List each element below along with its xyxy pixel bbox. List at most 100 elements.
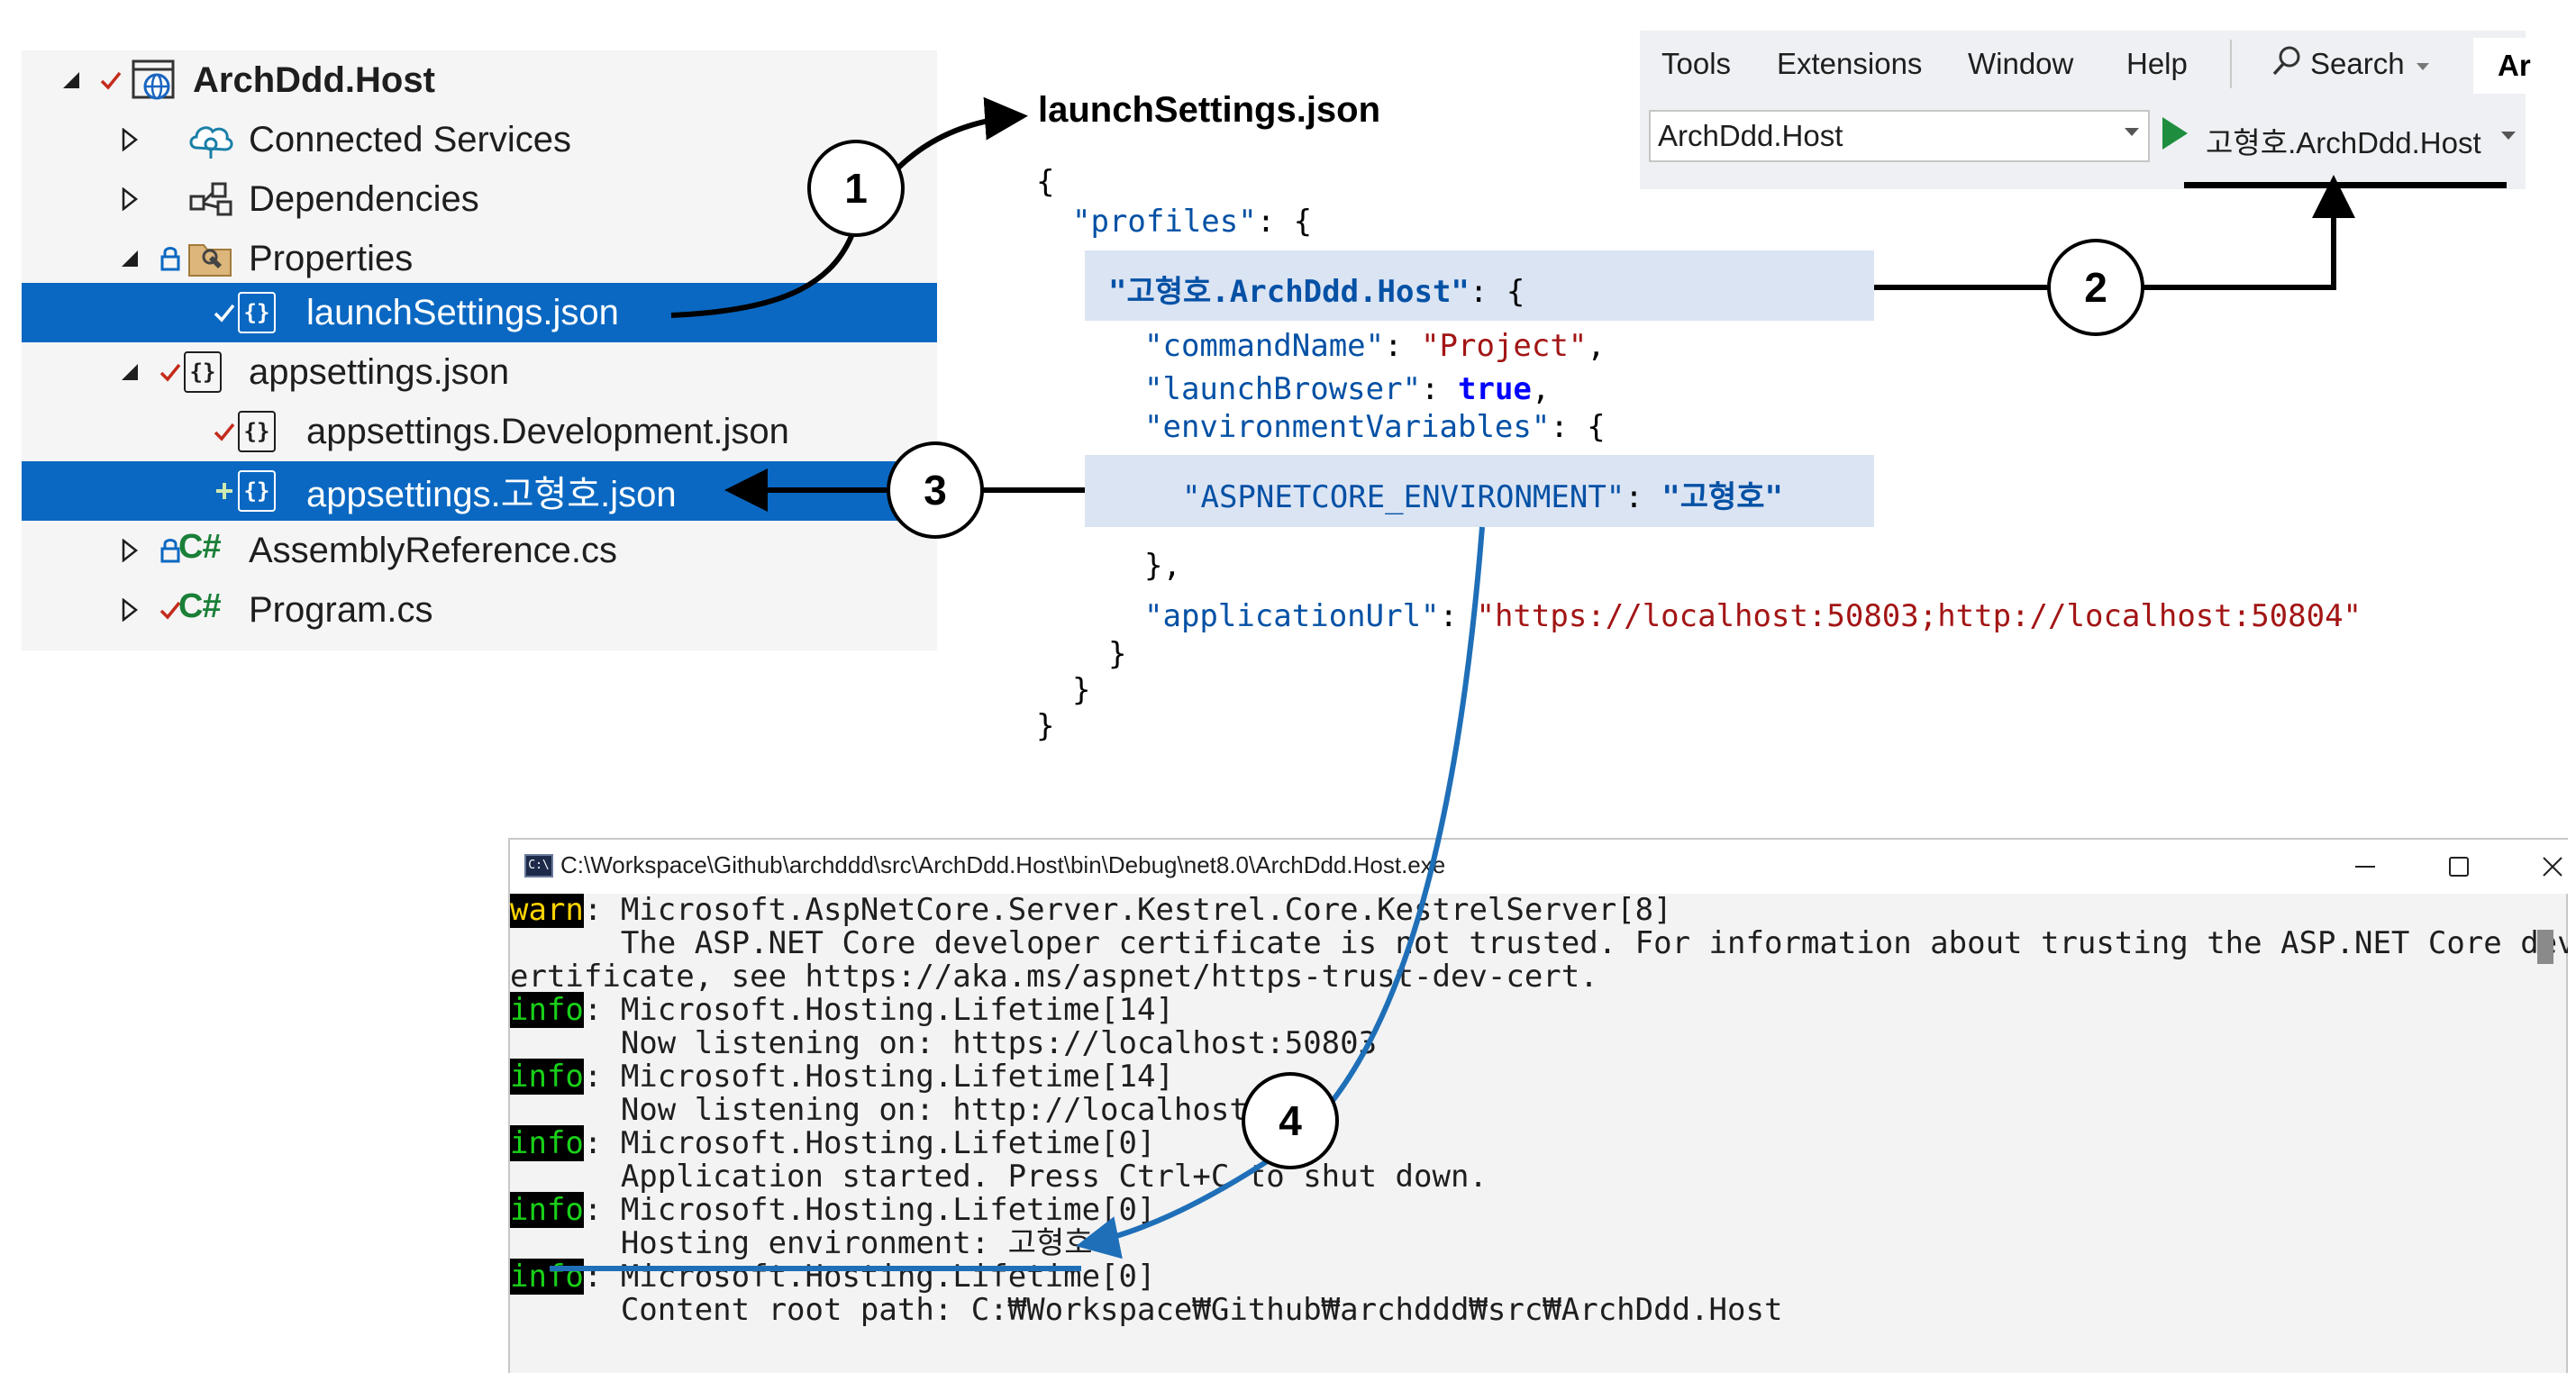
expanded-triangle-icon[interactable] xyxy=(116,241,143,277)
console-line-text: : Microsoft.Hosting.Lifetime[0] xyxy=(583,1125,1156,1161)
console-line: Now listening on: https://localhost:5080… xyxy=(510,1027,1377,1060)
minimize-button[interactable] xyxy=(2344,847,2386,887)
search-icon[interactable] xyxy=(2271,43,2303,79)
menu-separator xyxy=(2230,40,2232,88)
tree-item-label: appsettings.Development.json xyxy=(306,411,789,451)
code-line-open: { xyxy=(1036,164,1055,200)
code-line-command-name: "commandName": "Project", xyxy=(1144,328,1606,364)
code-line-aspnet-env: "ASPNETCORE_ENVIRONMENT": "고형호" xyxy=(1182,479,1784,515)
close-button[interactable] xyxy=(2532,847,2573,887)
console-line: warn: Microsoft.AspNetCore.Server.Kestre… xyxy=(510,894,1672,928)
tree-item-2[interactable]: Dependencies xyxy=(22,169,937,229)
console-line-text: Now listening on: http://localhost:508 xyxy=(510,1092,1322,1128)
json-file-icon: {} xyxy=(238,470,276,512)
tree-item-label: appsettings.고형호.json xyxy=(306,475,677,514)
console-line-text: : Microsoft.Hosting.Lifetime[0] xyxy=(583,1192,1156,1228)
console-line: info: Microsoft.Hosting.Lifetime[0] xyxy=(510,1192,1156,1228)
maximize-icon xyxy=(2449,857,2469,877)
console-scrollbar-thumb[interactable] xyxy=(2537,930,2553,964)
log-level-badge: info xyxy=(510,1192,584,1228)
console-line: Now listening on: http://localhost:508 xyxy=(510,1094,1322,1127)
tree-item-7[interactable]: {} appsettings.고형호.json xyxy=(22,461,937,521)
log-level-badge: info xyxy=(510,1059,584,1095)
console-line: Application started. Press Ctrl+C to shu… xyxy=(510,1160,1488,1194)
tree-item-label: Connected Services xyxy=(249,119,571,159)
vs-toolbar: Tools Extensions Window Help Search Ar A… xyxy=(1640,31,2531,189)
tree-item-label: appsettings.json xyxy=(249,351,510,392)
tree-item-1[interactable]: Connected Services xyxy=(22,110,937,169)
tree-item-8[interactable]: C# AssemblyReference.cs xyxy=(22,521,937,580)
run-profile-chevron-down-icon[interactable] xyxy=(2501,132,2516,140)
code-line-env-vars: "environmentVariables": { xyxy=(1144,409,1606,445)
code-line-profile-name: "고형호.ArchDdd.Host": { xyxy=(1108,274,1525,310)
callout-4: 4 xyxy=(1242,1072,1339,1169)
code-line-root-close: } xyxy=(1036,708,1055,744)
console-line-text: Now listening on: https://localhost:5080… xyxy=(510,1025,1378,1061)
console-app-icon: C:\ xyxy=(524,854,553,877)
menu-tools[interactable]: Tools xyxy=(1661,47,1731,81)
code-title: launchSettings.json xyxy=(1038,90,1381,130)
console-line: Content root path: C:₩Workspace₩Github₩a… xyxy=(510,1292,1783,1328)
console-window: C:\ C:\Workspace\Github\archddd\src\Arch… xyxy=(508,838,2568,1373)
collapsed-triangle-icon[interactable] xyxy=(116,592,143,628)
tree-item-9[interactable]: C# Program.cs xyxy=(22,580,937,640)
console-output: warn: Microsoft.AspNetCore.Server.Kestre… xyxy=(510,894,2568,1373)
callout-2: 2 xyxy=(2047,239,2144,336)
connected-services-icon xyxy=(184,117,238,162)
collapsed-triangle-icon[interactable] xyxy=(116,122,143,158)
console-line: info: Microsoft.Hosting.Lifetime[14] xyxy=(510,1059,1174,1095)
tree-item-label: Properties xyxy=(249,238,414,278)
startup-project-combo[interactable]: ArchDdd.Host xyxy=(1649,110,2150,162)
tree-item-0[interactable]: ArchDdd.Host xyxy=(22,50,937,110)
console-line-text: Hosting environment: 고형호 xyxy=(510,1225,1093,1261)
toolbar-edge-text: Ar xyxy=(2498,49,2531,82)
console-line: ertificate, see https://aka.ms/aspnet/ht… xyxy=(510,960,1598,994)
console-line-text: ertificate, see https://aka.ms/aspnet/ht… xyxy=(510,959,1598,995)
console-line: info: Microsoft.Hosting.Lifetime[14] xyxy=(510,992,1174,1028)
code-line-launch-browser: "launchBrowser": true, xyxy=(1144,371,1551,407)
console-line-text: : Microsoft.Hosting.Lifetime[14] xyxy=(583,992,1174,1028)
search-chevron-icon[interactable] xyxy=(2417,63,2429,70)
solution-explorer: ArchDdd.Host Connected Services Dependenci… xyxy=(22,50,937,650)
tree-item-4[interactable]: {} launchSettings.json xyxy=(22,283,937,342)
tree-item-6[interactable]: {} appsettings.Development.json xyxy=(22,402,937,461)
console-line: info: Microsoft.Hosting.Lifetime[0] xyxy=(510,1259,1156,1295)
search-button[interactable]: Search xyxy=(2310,47,2405,81)
dependencies-icon xyxy=(184,177,238,222)
lock-icon xyxy=(157,241,184,277)
maximize-button[interactable] xyxy=(2438,847,2480,887)
console-line-text: Content root path: C:₩Workspace₩Github₩a… xyxy=(510,1292,1783,1328)
json-file-icon: {} xyxy=(238,292,276,333)
json-file-icon: {} xyxy=(238,411,276,452)
menu-help[interactable]: Help xyxy=(2126,47,2188,81)
run-profile-button[interactable]: 고형호.ArchDdd.Host xyxy=(2206,119,2481,162)
close-icon xyxy=(2543,857,2562,877)
combo-chevron-down-icon[interactable] xyxy=(2125,128,2139,136)
tree-item-label: Dependencies xyxy=(249,178,479,219)
console-line: Hosting environment: 고형호 xyxy=(510,1227,1093,1260)
expanded-triangle-icon[interactable] xyxy=(58,62,85,98)
console-line-text: : Microsoft.Hosting.Lifetime[0] xyxy=(583,1259,1156,1295)
web-project-icon xyxy=(128,58,182,103)
console-line: info: Microsoft.Hosting.Lifetime[0] xyxy=(510,1125,1156,1161)
log-level-badge: info xyxy=(510,992,584,1028)
log-level-badge: info xyxy=(510,1125,584,1161)
expanded-triangle-icon[interactable] xyxy=(116,354,143,390)
tree-item-3[interactable]: Properties xyxy=(22,229,937,288)
menu-window[interactable]: Window xyxy=(1968,47,2073,81)
code-line-profile-close: } xyxy=(1108,636,1127,672)
csharp-file-icon: C# xyxy=(178,528,222,566)
console-titlebar[interactable]: C:\ C:\Workspace\Github\archddd\src\Arch… xyxy=(510,840,2568,894)
run-play-icon[interactable] xyxy=(2162,117,2188,150)
code-line-env-close: }, xyxy=(1144,548,1181,584)
menu-extensions[interactable]: Extensions xyxy=(1777,47,1922,81)
minimize-icon xyxy=(2355,866,2375,868)
log-level-badge: warn xyxy=(510,894,584,928)
console-line-text: Application started. Press Ctrl+C to shu… xyxy=(510,1159,1488,1195)
collapsed-triangle-icon[interactable] xyxy=(116,181,143,217)
collapsed-triangle-icon[interactable] xyxy=(116,532,143,568)
tree-item-5[interactable]: {} appsettings.json xyxy=(22,342,937,402)
startup-project-value: ArchDdd.Host xyxy=(1658,119,1843,152)
console-line-text: : Microsoft.Hosting.Lifetime[14] xyxy=(583,1059,1174,1095)
tree-item-label: launchSettings.json xyxy=(306,292,619,332)
